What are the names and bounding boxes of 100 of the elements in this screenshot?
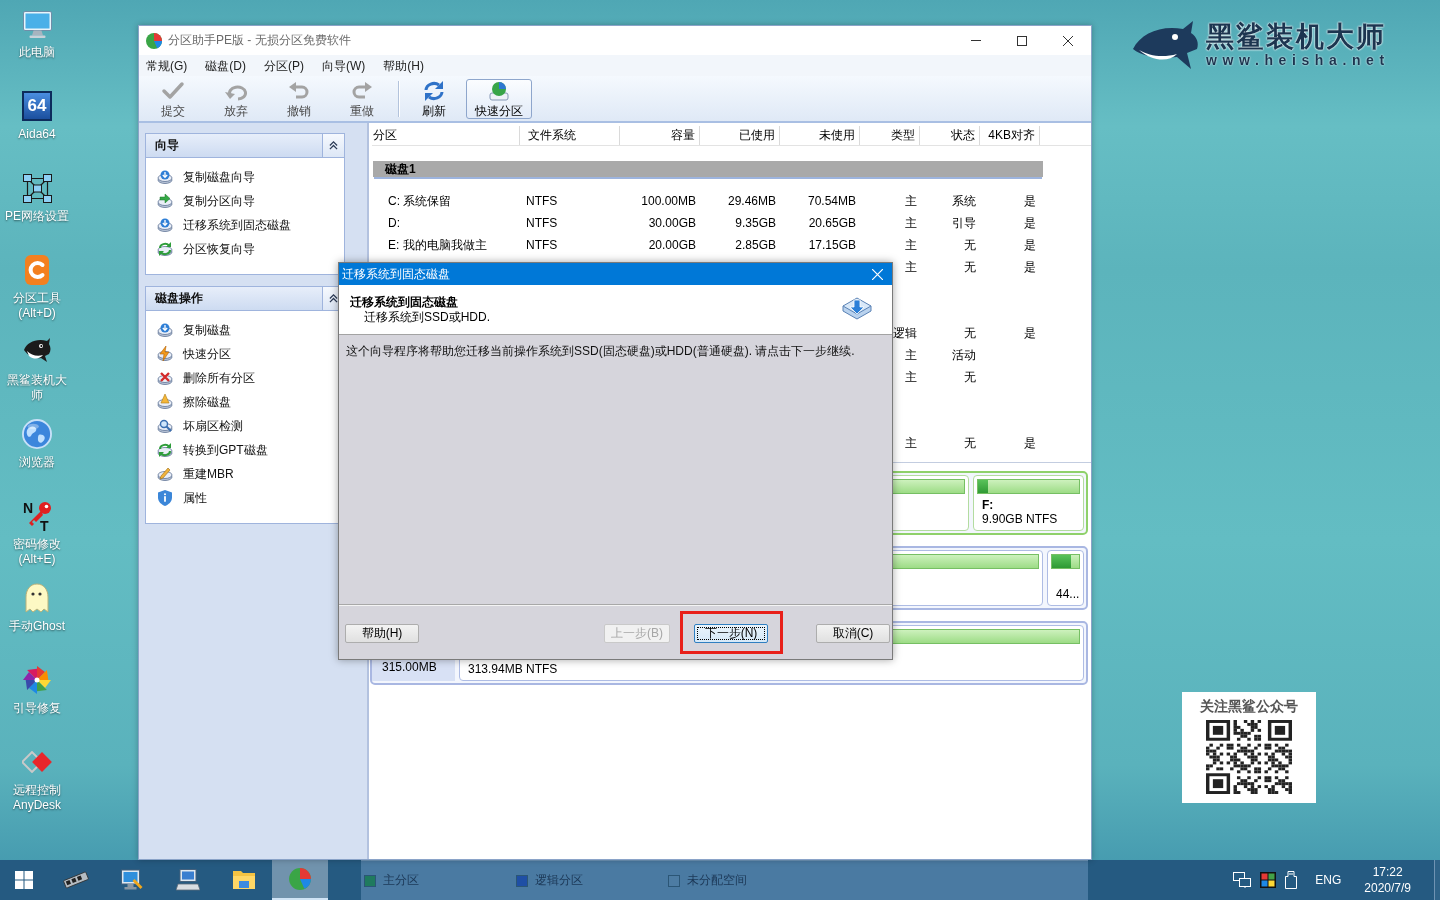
close-icon xyxy=(1063,35,1073,46)
sidebar-item[interactable]: 属性 xyxy=(157,486,344,510)
table-cell: 30.00GB xyxy=(648,216,696,230)
disk-arrow-icon xyxy=(157,169,173,185)
column-header[interactable]: 已使用 xyxy=(739,128,775,142)
column-header[interactable]: 类型 xyxy=(891,128,915,142)
table-cell: 9.35GB xyxy=(735,216,776,230)
double-chevron-up-icon xyxy=(329,294,338,303)
table-cell: 是 xyxy=(1024,194,1036,208)
table-cell: 20.00GB xyxy=(648,238,696,252)
legend-label: 未分配空间 xyxy=(687,872,747,889)
diamond-icon[interactable] xyxy=(22,751,52,773)
table-cell: 主 xyxy=(905,348,917,362)
sidebar-item[interactable]: 复制分区向导 xyxy=(157,189,344,213)
menu-item[interactable]: 帮助(H) xyxy=(376,56,431,75)
circular-arrows-icon xyxy=(157,241,173,257)
disk-arrow-icon xyxy=(157,193,173,209)
sidebar-item[interactable]: 复制磁盘向导 xyxy=(157,165,344,189)
shark-logo-icon xyxy=(1132,20,1200,70)
monitor-icon[interactable] xyxy=(22,10,52,38)
sidebar-item[interactable]: 快速分区 xyxy=(157,342,344,366)
partition-detail: 9.90GB NTFS xyxy=(982,512,1058,526)
table-cell: 主 xyxy=(905,436,917,450)
cross-disk-icon xyxy=(157,370,173,386)
brand-name: 黑鲨装机大师 xyxy=(1206,22,1387,52)
arc-tile-icon[interactable] xyxy=(25,255,49,285)
sidebar-item[interactable]: 删除所有分区 xyxy=(157,366,344,390)
column-header[interactable]: 文件系统 xyxy=(528,128,576,142)
table-cell: NTFS xyxy=(526,216,558,230)
column-header[interactable]: 容量 xyxy=(671,128,695,142)
pinwheel-icon[interactable] xyxy=(22,665,52,695)
table-cell: 2.85GB xyxy=(735,238,776,252)
menu-item[interactable]: 常规(G) xyxy=(139,56,195,75)
table-cell: 活动 xyxy=(952,348,976,362)
table-cell: 主 xyxy=(905,216,917,230)
globe-icon[interactable] xyxy=(22,419,52,449)
sidebar-item[interactable]: 坏扇区检测 xyxy=(157,414,344,438)
window-title: 分区助手PE版 - 无损分区免费软件 xyxy=(168,32,352,49)
double-chevron-up-icon xyxy=(329,141,338,150)
usb-icon[interactable] xyxy=(1285,871,1298,889)
menu-item[interactable]: 磁盘(D) xyxy=(198,56,253,75)
table-cell: 70.54MB xyxy=(807,194,856,208)
table-cell: 是 xyxy=(1024,436,1036,450)
table-cell: 主 xyxy=(905,260,917,274)
dialog-heading: 迁移系统到固态磁盘 xyxy=(350,295,458,310)
column-header[interactable]: 未使用 xyxy=(819,128,855,142)
panel-title: 向导 xyxy=(155,137,180,154)
sidebar-item[interactable]: 复制磁盘 xyxy=(157,318,344,342)
circular-arrows-icon xyxy=(157,442,173,458)
toolbar-button[interactable]: 刷新 xyxy=(403,78,465,119)
number-tile-icon[interactable]: 64 xyxy=(22,91,52,121)
table-cell: 主 xyxy=(905,370,917,384)
table-cell: 系统 xyxy=(952,194,976,208)
legend-label: 主分区 xyxy=(383,872,419,889)
color-squares-icon[interactable] xyxy=(1260,872,1277,888)
column-header[interactable]: 4KB对齐 xyxy=(988,128,1035,142)
table-cell: 是 xyxy=(1024,238,1036,252)
disk-arrow-icon xyxy=(157,217,173,233)
table-cell: 无 xyxy=(964,238,976,252)
menu-item[interactable]: 分区(P) xyxy=(257,56,311,75)
partition-block[interactable]: F: 9.90GB NTFS xyxy=(973,475,1084,531)
column-header[interactable]: 分区 xyxy=(373,128,397,142)
clock-time[interactable]: 17:22 xyxy=(1372,864,1403,880)
lightning-icon xyxy=(157,346,173,362)
table-cell: 主 xyxy=(905,238,917,252)
brand-url: www.heisha.net xyxy=(1206,52,1390,68)
sidebar-item[interactable]: 分区恢复向导 xyxy=(157,237,344,261)
partition-block[interactable]: 44... xyxy=(1047,550,1084,606)
table-cell: 无 xyxy=(964,436,976,450)
taskbar-button[interactable] xyxy=(272,860,328,900)
collapse-button[interactable] xyxy=(322,134,344,157)
table-cell: 20.65GB xyxy=(808,216,856,230)
sidebar-item[interactable]: 迁移系统到固态磁盘 xyxy=(157,213,344,237)
partition-label: F: xyxy=(982,498,994,512)
table-cell: D: xyxy=(388,216,400,230)
eraser-icon xyxy=(157,394,173,410)
table-cell: NTFS xyxy=(526,238,558,252)
clock-date[interactable]: 2020/7/9 xyxy=(1364,880,1411,896)
sidebar-item[interactable]: 擦除磁盘 xyxy=(157,390,344,414)
magnifier-disk-icon xyxy=(157,418,173,434)
help-button[interactable]: 帮助(H) xyxy=(345,623,419,643)
maximize-icon xyxy=(1017,35,1027,46)
table-cell: NTFS xyxy=(526,194,558,208)
column-header[interactable]: 状态 xyxy=(951,128,975,142)
network-icon[interactable] xyxy=(1233,872,1252,888)
language-indicator[interactable]: ENG xyxy=(1315,873,1342,887)
pie-chart-icon xyxy=(288,867,312,891)
dialog-title: 迁移系统到固态磁盘 xyxy=(342,265,450,283)
table-cell: 引导 xyxy=(952,216,976,230)
windows-logo-icon xyxy=(15,871,33,889)
network-diagram-icon[interactable] xyxy=(22,173,52,203)
sidebar-item[interactable]: 重建MBR xyxy=(157,462,344,486)
sidebar-item[interactable]: 转换到GPT磁盘 xyxy=(157,438,344,462)
menu-item[interactable]: 向导(W) xyxy=(315,56,373,75)
next-button[interactable]: 下一步(N) xyxy=(694,623,768,643)
table-cell: 是 xyxy=(1024,326,1036,340)
computer-keyboard-icon xyxy=(176,869,200,891)
cancel-button[interactable]: 取消(C) xyxy=(816,623,890,643)
toolbar-button[interactable]: 快速分区 xyxy=(466,78,532,119)
disk-header[interactable]: 磁盘1 xyxy=(373,161,1043,177)
